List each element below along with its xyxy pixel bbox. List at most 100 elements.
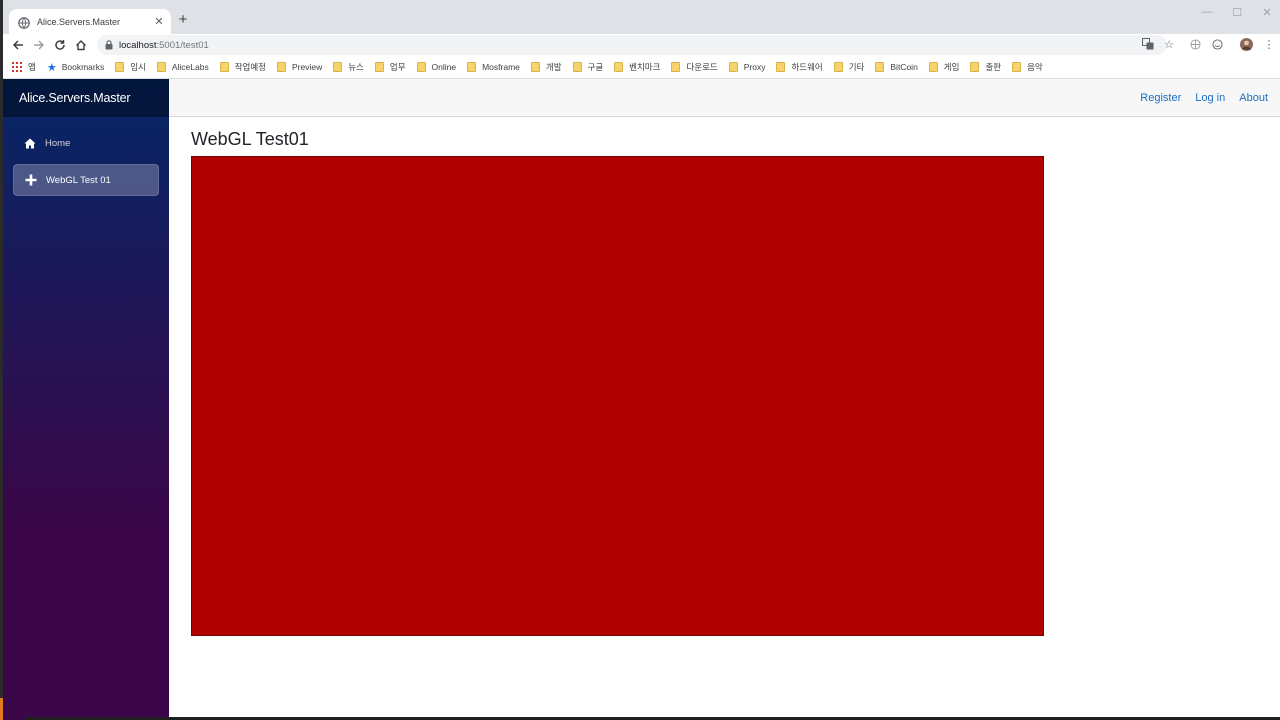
sidebar: Alice.Servers.Master Home WebGL Test 01 bbox=[3, 79, 169, 720]
bookmark-item[interactable]: BitCoin bbox=[875, 62, 918, 72]
folder-icon bbox=[671, 62, 681, 72]
avatar[interactable] bbox=[1239, 37, 1253, 51]
bookmark-item[interactable]: AliceLabs bbox=[156, 62, 209, 72]
url-path: :5001/test01 bbox=[156, 39, 209, 51]
about-link[interactable]: About bbox=[1239, 92, 1268, 104]
folder-icon bbox=[156, 62, 166, 72]
home-icon bbox=[23, 136, 37, 150]
bookmark-item[interactable]: 작업예정 bbox=[219, 61, 266, 73]
folder-icon bbox=[875, 62, 885, 72]
home-icon[interactable] bbox=[73, 37, 89, 53]
bookmark-label: Preview bbox=[292, 62, 323, 72]
maximize-icon[interactable]: ☐ bbox=[1229, 6, 1245, 19]
folder-icon bbox=[530, 62, 540, 72]
browser-toolbar: localhost:5001/test01 ☆ ⋮ bbox=[3, 34, 1280, 56]
bookmark-label: BitCoin bbox=[890, 62, 918, 72]
lock-icon bbox=[105, 40, 113, 50]
bookmark-label: Bookmarks bbox=[61, 62, 105, 72]
folder-icon bbox=[416, 62, 426, 72]
bookmark-label: 출판 bbox=[985, 62, 1002, 72]
minimize-icon[interactable]: — bbox=[1199, 6, 1215, 18]
star-icon: ★ bbox=[46, 61, 57, 74]
bookmark-label: 구글 bbox=[587, 62, 604, 72]
reload-icon[interactable] bbox=[52, 37, 68, 53]
browser-tab[interactable]: Alice.Servers.Master ✕ bbox=[9, 9, 171, 34]
bookmark-item[interactable]: 구글 bbox=[572, 61, 604, 73]
bookmark-label: 개발 bbox=[545, 62, 562, 72]
bookmark-item[interactable]: 벤치마크 bbox=[614, 61, 660, 73]
folder-icon bbox=[833, 62, 843, 72]
bookmark-item[interactable]: 하드웨어 bbox=[776, 61, 823, 73]
bookmark-item[interactable]: 개발 bbox=[530, 61, 562, 73]
bookmark-item[interactable]: Mosframe bbox=[467, 62, 520, 72]
bookmark-label: Mosframe bbox=[482, 62, 520, 72]
bookmark-label: 뉴스 bbox=[348, 62, 364, 72]
app-brand[interactable]: Alice.Servers.Master bbox=[19, 91, 131, 105]
url-text: localhost:5001/test01 bbox=[119, 40, 209, 51]
folder-icon bbox=[614, 62, 624, 72]
webgl-canvas[interactable] bbox=[191, 156, 1044, 636]
bookmarks-bar: 앱 ★ Bookmarks 임시 AliceLabs 작업예정 Preview 뉴스 업무 Onl… bbox=[3, 56, 1280, 78]
bookmark-label: Proxy bbox=[743, 62, 766, 72]
folder-icon bbox=[1012, 62, 1022, 72]
extension-globe-icon[interactable] bbox=[1188, 37, 1202, 51]
bookmark-item[interactable]: 다운로드 bbox=[671, 61, 718, 73]
folder-icon bbox=[467, 62, 477, 72]
sidebar-item-label: Home bbox=[45, 137, 71, 149]
folder-icon bbox=[115, 62, 125, 72]
main-content: WebGL Test01 bbox=[169, 117, 1280, 720]
bookmark-item[interactable]: 업무 bbox=[374, 61, 406, 73]
folder-icon bbox=[277, 62, 286, 72]
bookmark-label: 게임 bbox=[943, 62, 960, 72]
bookmark-label: 작업예정 bbox=[234, 62, 266, 72]
sidebar-item-webgl-test-01[interactable]: WebGL Test 01 bbox=[13, 164, 159, 196]
forward-arrow-icon[interactable] bbox=[31, 37, 47, 53]
bookmark-item[interactable]: 기타 bbox=[833, 61, 865, 73]
window-close-icon[interactable]: ✕ bbox=[1259, 6, 1275, 19]
bookmark-label: 벤치마크 bbox=[629, 62, 661, 72]
bookmark-item[interactable]: 뉴스 bbox=[333, 61, 364, 73]
folder-icon bbox=[970, 62, 980, 72]
bookmark-item[interactable]: 앱 bbox=[12, 61, 36, 73]
folder-icon bbox=[374, 62, 384, 72]
page-title: WebGL Test01 bbox=[191, 129, 309, 149]
sidebar-item-label: WebGL Test 01 bbox=[46, 174, 111, 186]
bookmark-label: 임시 bbox=[130, 62, 146, 72]
bookmark-star-icon[interactable]: ☆ bbox=[1162, 37, 1176, 51]
folder-icon bbox=[776, 62, 786, 72]
top-row: Register Log in About bbox=[169, 79, 1280, 117]
url-host: localhost bbox=[119, 39, 157, 51]
bookmark-label: 앱 bbox=[28, 62, 36, 72]
register-link[interactable]: Register bbox=[1140, 92, 1181, 104]
bookmark-label: 다운로드 bbox=[686, 62, 718, 72]
new-tab-button[interactable]: + bbox=[175, 12, 191, 28]
bookmark-label: AliceLabs bbox=[171, 62, 209, 72]
browser-chrome: Alice.Servers.Master ✕ + — ☐ ✕ localhost… bbox=[3, 0, 1280, 79]
bookmark-item[interactable]: 음악 bbox=[1012, 61, 1043, 73]
extension-smile-icon[interactable] bbox=[1210, 37, 1224, 51]
bookmark-item[interactable]: 출판 bbox=[970, 61, 1001, 73]
apps-grid-icon bbox=[12, 62, 22, 72]
folder-icon bbox=[928, 62, 938, 72]
sidebar-header: Alice.Servers.Master bbox=[3, 79, 169, 117]
bookmark-item[interactable]: 임시 bbox=[115, 61, 146, 73]
translate-icon[interactable] bbox=[1141, 37, 1155, 51]
bookmark-item[interactable]: Preview bbox=[277, 62, 322, 72]
bookmark-item[interactable]: 게임 bbox=[928, 61, 960, 73]
address-bar[interactable]: localhost:5001/test01 bbox=[97, 35, 1167, 55]
bookmark-label: Online bbox=[431, 62, 457, 72]
bookmark-label: 음악 bbox=[1027, 62, 1043, 72]
bookmark-item[interactable]: Online bbox=[416, 62, 457, 72]
tab-close-icon[interactable]: ✕ bbox=[153, 15, 165, 28]
sidebar-item-home[interactable]: Home bbox=[13, 127, 159, 159]
bookmark-item[interactable]: Proxy bbox=[728, 62, 766, 72]
bookmark-label: 기타 bbox=[848, 62, 865, 72]
bookmark-label: 하드웨어 bbox=[791, 62, 823, 72]
login-link[interactable]: Log in bbox=[1195, 92, 1225, 104]
sidebar-nav: Home WebGL Test 01 bbox=[3, 117, 169, 196]
tab-strip: Alice.Servers.Master ✕ + — ☐ ✕ bbox=[3, 0, 1280, 34]
menu-kebab-icon[interactable]: ⋮ bbox=[1262, 37, 1276, 51]
folder-icon bbox=[219, 62, 229, 72]
back-arrow-icon[interactable] bbox=[10, 37, 26, 53]
bookmark-item[interactable]: ★ Bookmarks bbox=[47, 61, 104, 74]
